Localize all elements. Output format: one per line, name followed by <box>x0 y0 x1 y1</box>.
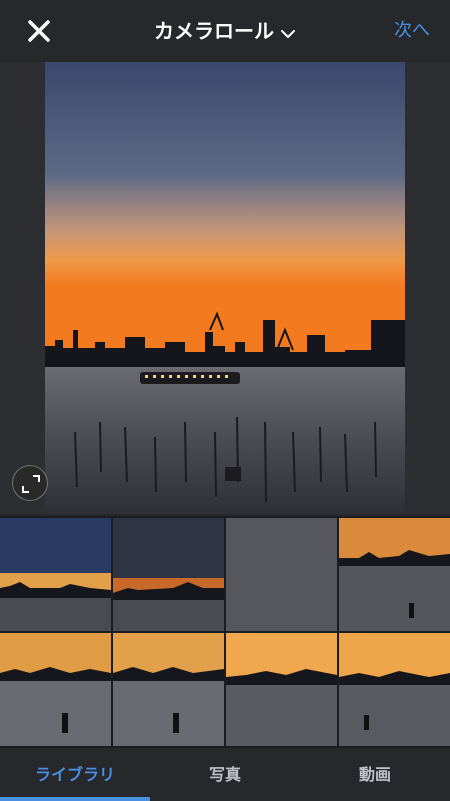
tab-bar: ライブラリ 写真 動画 <box>0 748 450 801</box>
preview-image[interactable] <box>45 62 405 514</box>
active-tab-indicator <box>0 797 150 801</box>
album-title: カメラロール <box>154 19 274 43</box>
photo-thumbnail[interactable] <box>0 518 111 631</box>
top-bar: カメラロール 次へ <box>0 0 450 62</box>
tab-video[interactable]: 動画 <box>300 748 450 801</box>
photo-thumbnail[interactable] <box>0 633 111 746</box>
photo-thumbnail[interactable] <box>226 633 337 746</box>
chevron-down-icon <box>281 29 295 38</box>
photo-thumbnail-selected[interactable] <box>113 518 224 631</box>
photo-thumbnail[interactable] <box>339 633 450 746</box>
photo-grid <box>0 516 450 748</box>
album-selector[interactable]: カメラロール <box>0 16 450 46</box>
tab-photo[interactable]: 写真 <box>150 748 300 801</box>
photo-thumbnail[interactable] <box>113 633 224 746</box>
expand-button[interactable] <box>12 465 48 501</box>
next-button[interactable]: 次へ <box>394 18 430 44</box>
photo-thumbnail[interactable] <box>226 518 337 631</box>
photo-thumbnail[interactable] <box>339 518 450 631</box>
expand-icon <box>22 475 40 493</box>
tab-library[interactable]: ライブラリ <box>0 748 150 801</box>
